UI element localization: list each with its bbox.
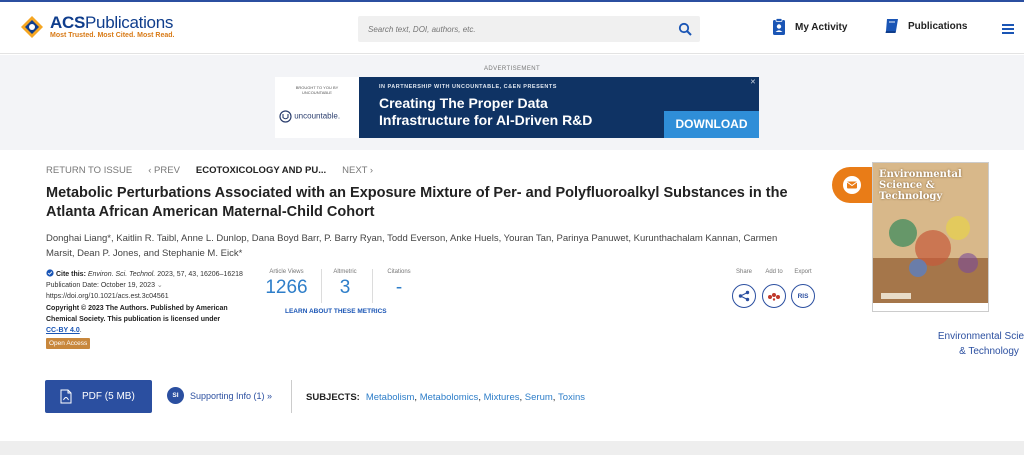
- ad-headline: Creating The Proper Data Infrastructure …: [379, 95, 593, 128]
- share-button[interactable]: [732, 284, 756, 308]
- export-ris-button[interactable]: RIS: [791, 284, 815, 308]
- email-alert-button[interactable]: [832, 167, 872, 203]
- ad-sponsor-brand: uncountable.: [279, 110, 340, 123]
- add-to-action[interactable]: Add to: [761, 269, 787, 308]
- article-metrics: Article Views 1266 Altmetric 3 Citations…: [258, 269, 423, 305]
- page-bottom-band: [0, 441, 1024, 455]
- altmetric-label: Altmetric: [333, 269, 357, 275]
- article-views-metric: Article Views 1266: [258, 269, 315, 299]
- learn-about-metrics-link[interactable]: LEARN ABOUT THESE METRICS: [285, 308, 387, 315]
- citations-label: Citations: [387, 269, 411, 275]
- supporting-info-link[interactable]: SI Supporting Info (1) »: [167, 387, 272, 404]
- vertical-divider: [291, 380, 292, 413]
- license-link[interactable]: CC-BY 4.0: [46, 327, 80, 334]
- altmetric-value: 3: [339, 277, 351, 298]
- open-access-badge: Open Access: [46, 338, 91, 350]
- export-label: Export: [794, 269, 812, 275]
- article-views-value: 1266: [265, 277, 308, 298]
- citations-value: -: [395, 277, 403, 298]
- doi-link[interactable]: https://doi.org/10.1021/acs.est.3c04561: [46, 291, 246, 302]
- share-label: Share: [735, 269, 752, 275]
- logo-tagline: Most Trusted. Most Cited. Most Read.: [50, 32, 175, 39]
- journal-cover-image[interactable]: Environmental Science & Technology: [872, 162, 989, 312]
- metric-divider: [321, 269, 322, 303]
- uncountable-logo-icon: [279, 110, 292, 123]
- add-to-button[interactable]: [762, 284, 786, 308]
- ad-close-icon[interactable]: ✕: [750, 79, 757, 86]
- ad-message-panel: IN PARTNERSHIP WITH UNCOUNTABLE, C&EN PR…: [359, 77, 759, 138]
- add-to-label: Add to: [765, 269, 783, 275]
- book-icon: [885, 19, 898, 33]
- prev-article-link[interactable]: ‹ PREV: [148, 165, 180, 176]
- subjects-label: SUBJECTS:: [306, 392, 360, 403]
- share-action[interactable]: Share: [731, 269, 757, 308]
- search-bar: [358, 16, 700, 42]
- metric-divider: [372, 269, 373, 303]
- cite-journal: Environ. Sci. Technol.: [87, 271, 156, 278]
- subject-link[interactable]: Metabolism: [366, 392, 415, 403]
- advertisement-label: ADVERTISEMENT: [483, 66, 541, 72]
- cover-title: Environmental Science & Technology: [879, 169, 962, 202]
- cite-check-icon: [46, 269, 54, 277]
- si-badge-icon: SI: [167, 387, 184, 404]
- ad-download-button[interactable]: DOWNLOAD: [664, 111, 759, 138]
- supporting-info-label: Supporting Info (1) »: [190, 390, 273, 401]
- subject-link[interactable]: Mixtures: [484, 392, 520, 403]
- subjects-row: SUBJECTS: Metabolism, Metabolomics, Mixt…: [306, 392, 585, 403]
- citations-metric: Citations -: [378, 269, 420, 299]
- ad-brought-by: BROUGHT TO YOU BY UNCOUNTABLE: [295, 85, 339, 95]
- search-input[interactable]: [358, 16, 658, 42]
- journal-name-line1: Environmental Science: [937, 331, 1024, 342]
- return-to-issue-link[interactable]: RETURN TO ISSUE: [46, 165, 132, 176]
- subject-link[interactable]: Toxins: [558, 392, 585, 403]
- ad-sponsor-panel: BROUGHT TO YOU BY UNCOUNTABLE uncountabl…: [275, 77, 359, 138]
- citation-block: Cite this: Environ. Sci. Technol. 2023, …: [46, 269, 246, 350]
- clipboard-user-icon: [773, 18, 785, 35]
- my-activity-link[interactable]: My Activity: [772, 18, 847, 36]
- journal-name-link[interactable]: Environmental Science & Technology: [874, 329, 1024, 359]
- my-activity-label: My Activity: [795, 21, 848, 33]
- cite-reference: 2023, 57, 43, 16206–16218: [157, 271, 243, 278]
- subject-link[interactable]: Serum: [525, 392, 553, 403]
- copyright-text: Copyright © 2023 The Authors. Published …: [46, 304, 228, 323]
- article-views-label: Article Views: [269, 269, 304, 275]
- mendeley-icon: [768, 293, 780, 301]
- advertisement-banner[interactable]: BROUGHT TO YOU BY UNCOUNTABLE uncountabl…: [275, 77, 759, 138]
- acs-logo-icon: [21, 16, 43, 38]
- site-header: ACSPublications Most Trusted. Most Cited…: [0, 2, 1024, 54]
- chevron-down-icon[interactable]: ⌄: [157, 282, 163, 289]
- acs-logo[interactable]: ACSPublications Most Trusted. Most Cited…: [20, 14, 174, 40]
- pdf-download-button[interactable]: PDF (5 MB): [45, 380, 152, 413]
- ad-kicker: IN PARTNERSHIP WITH UNCOUNTABLE, C&EN PR…: [379, 84, 557, 90]
- share-icon: [738, 290, 750, 302]
- altmetric-metric[interactable]: Altmetric 3: [326, 269, 364, 299]
- publications-label: Publications: [908, 20, 968, 32]
- export-action[interactable]: Export RIS: [790, 269, 816, 308]
- logo-title: ACSPublications: [50, 13, 174, 32]
- subject-link[interactable]: Metabolomics: [420, 392, 479, 403]
- next-article-link[interactable]: NEXT ›: [342, 165, 373, 176]
- search-icon[interactable]: [678, 22, 692, 36]
- article-title: Metabolic Perturbations Associated with …: [46, 185, 788, 220]
- pdf-button-label: PDF (5 MB): [82, 391, 135, 402]
- envelope-icon: [843, 176, 861, 194]
- pdf-file-icon: [60, 389, 72, 404]
- issue-navigation: RETURN TO ISSUE ‹ PREV ECOTOXICOLOGY AND…: [46, 165, 389, 176]
- publication-date: Publication Date: October 19, 2023: [46, 282, 155, 290]
- publications-link[interactable]: Publications: [884, 18, 967, 34]
- author-list[interactable]: Donghai Liang*, Kaitlin R. Taibl, Anne L…: [46, 231, 806, 261]
- hamburger-menu-icon[interactable]: [1002, 24, 1014, 34]
- cite-this-label[interactable]: Cite this:: [56, 271, 86, 278]
- current-section-label: ECOTOXICOLOGY AND PU...: [195, 165, 327, 176]
- journal-name-line2: & Technology: [959, 346, 1019, 357]
- advertisement-band: ADVERTISEMENT BROUGHT TO YOU BY UNCOUNTA…: [0, 55, 1024, 150]
